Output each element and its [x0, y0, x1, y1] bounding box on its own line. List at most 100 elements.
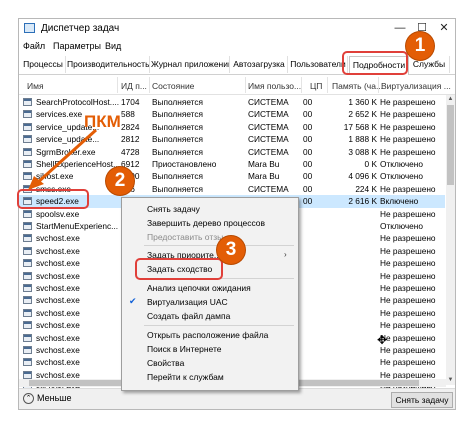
process-virtualization: Не разрешено	[380, 283, 436, 293]
process-memory: 1 360 K	[348, 97, 377, 107]
process-icon	[23, 321, 32, 330]
process-cpu: 00	[303, 134, 313, 145]
vertical-scrollbar[interactable]: ▲ ▼	[446, 95, 455, 385]
process-memory: 4 096 K	[348, 171, 377, 182]
process-name: svchost.exe	[36, 295, 80, 306]
tab-users[interactable]: Пользователи	[289, 56, 348, 73]
column-name[interactable]: Имя	[27, 81, 44, 91]
menu-item-wait-chain[interactable]: Анализ цепочки ожидания	[147, 283, 251, 293]
submenu-arrow-icon: ›	[284, 250, 287, 259]
step-1-badge: 1	[406, 32, 434, 60]
menu-options[interactable]: Параметры	[53, 41, 101, 51]
column-divider[interactable]	[117, 77, 118, 93]
column-divider[interactable]	[245, 77, 246, 93]
process-user: СИСТЕМА	[248, 97, 289, 107]
menu-file[interactable]: Файл	[23, 41, 45, 51]
menu-item-uac-virtualization[interactable]: Виртуализация UAC	[147, 297, 228, 307]
process-icon	[23, 209, 32, 218]
process-icon	[23, 333, 32, 342]
process-icon	[23, 308, 32, 317]
fewer-details-button[interactable]: ⌃ Меньше	[23, 393, 72, 405]
process-state: Выполняется	[152, 134, 204, 145]
process-virtualization: Отключено	[380, 159, 423, 169]
column-memory[interactable]: Память (ча...	[332, 81, 383, 91]
process-virtualization: Не разрешено	[380, 320, 436, 331]
end-task-button[interactable]: Снять задачу	[391, 392, 453, 408]
column-virtualization[interactable]: Виртуализация ...	[381, 81, 451, 91]
task-manager-icon	[24, 23, 35, 33]
footer-bar: ⌃ Меньше Снять задачу	[19, 388, 455, 409]
column-header-row: Имя ИД п... Состояние Имя пользо... ЦП П…	[19, 76, 455, 95]
menu-item-properties[interactable]: Свойства	[147, 358, 184, 368]
window-title: Диспетчер задач	[41, 23, 120, 34]
process-cpu: 00	[303, 196, 313, 207]
process-virtualization: Не разрешено	[380, 121, 436, 132]
process-cpu: 00	[303, 109, 313, 120]
tab-app-history[interactable]: Журнал приложений	[151, 56, 230, 73]
menu-separator	[144, 325, 294, 326]
process-cpu: 00	[303, 183, 313, 194]
tab-startup[interactable]: Автозагрузка	[231, 56, 288, 73]
column-divider[interactable]	[149, 77, 150, 93]
menu-item-end-tree[interactable]: Завершить дерево процессов	[147, 218, 265, 228]
process-user: Mara Bu	[248, 159, 280, 169]
menu-item-create-dump[interactable]: Создать файл дампа	[147, 311, 230, 321]
process-memory: 224 K	[355, 183, 377, 194]
process-user: СИСТЕМА	[248, 146, 289, 157]
column-divider[interactable]	[378, 77, 379, 93]
process-virtualization: Не разрешено	[380, 208, 436, 219]
process-user: СИСТЕМА	[248, 183, 289, 194]
table-row[interactable]: SearchProtocolHost.... 1704 Выполняется СИС…	[19, 96, 445, 108]
process-pid: 2812	[121, 134, 140, 145]
process-icon	[23, 98, 32, 106]
process-icon	[23, 370, 32, 379]
column-cpu[interactable]: ЦП	[310, 81, 322, 91]
menu-view[interactable]: Вид	[105, 41, 121, 51]
process-name: spoolsv.exe	[36, 208, 80, 219]
process-virtualization: Не разрешено	[380, 245, 436, 256]
process-name: svchost.exe	[36, 345, 80, 355]
minimize-button[interactable]: —	[391, 21, 409, 35]
process-virtualization: Не разрешено	[380, 183, 436, 194]
column-divider[interactable]	[327, 77, 328, 93]
menu-item-go-to-services[interactable]: Перейти к службам	[147, 372, 224, 382]
highlight-set-affinity	[135, 258, 223, 280]
process-name: svchost.exe	[36, 245, 80, 256]
column-user[interactable]: Имя пользо...	[248, 81, 301, 91]
process-name: SearchProtocolHost....	[36, 97, 120, 107]
table-row[interactable]: services.exe 588 Выполняется СИСТЕМА 00 2 652…	[19, 108, 445, 120]
scroll-down-icon[interactable]: ▼	[446, 376, 455, 385]
close-button[interactable]: ✕	[435, 21, 453, 35]
menu-item-end-task[interactable]: Снять задачу	[147, 204, 200, 214]
process-icon	[23, 296, 32, 305]
process-user: Mara Bu	[248, 171, 280, 182]
column-pid[interactable]: ИД п...	[121, 81, 147, 91]
checkmark-icon: ✔	[129, 296, 137, 306]
process-virtualization: Отключено	[380, 221, 423, 231]
process-virtualization: Не разрешено	[380, 295, 436, 306]
tab-processes[interactable]: Процессы	[21, 56, 66, 73]
process-virtualization: Не разрешено	[380, 345, 436, 355]
process-virtualization: Не разрешено	[380, 146, 436, 157]
process-icon	[23, 346, 32, 354]
process-virtualization: Не разрешено	[380, 134, 436, 145]
process-memory: 1 888 K	[348, 134, 377, 145]
column-state[interactable]: Состояние	[152, 81, 194, 91]
highlight-speed2-row	[17, 189, 89, 209]
process-name: svchost.exe	[36, 320, 80, 331]
column-divider[interactable]	[301, 77, 302, 93]
process-state: Приостановлено	[152, 159, 217, 169]
menu-item-open-location[interactable]: Открыть расположение файла	[147, 330, 268, 340]
menu-item-search-online[interactable]: Поиск в Интернете	[147, 344, 222, 354]
title-bar: Диспетчер задач — ☐ ✕	[19, 19, 455, 39]
process-virtualization: Не разрешено	[380, 109, 436, 120]
process-icon	[23, 271, 32, 280]
process-virtualization: Не разрешено	[380, 233, 436, 244]
tab-performance[interactable]: Производительность	[67, 56, 150, 73]
scroll-thumb[interactable]	[447, 105, 454, 185]
process-cpu: 00	[303, 171, 313, 182]
scroll-up-icon[interactable]: ▲	[446, 95, 455, 104]
process-virtualization: Не разрешено	[380, 270, 436, 281]
process-name: svchost.exe	[36, 357, 80, 368]
process-pid: 588	[121, 109, 135, 120]
